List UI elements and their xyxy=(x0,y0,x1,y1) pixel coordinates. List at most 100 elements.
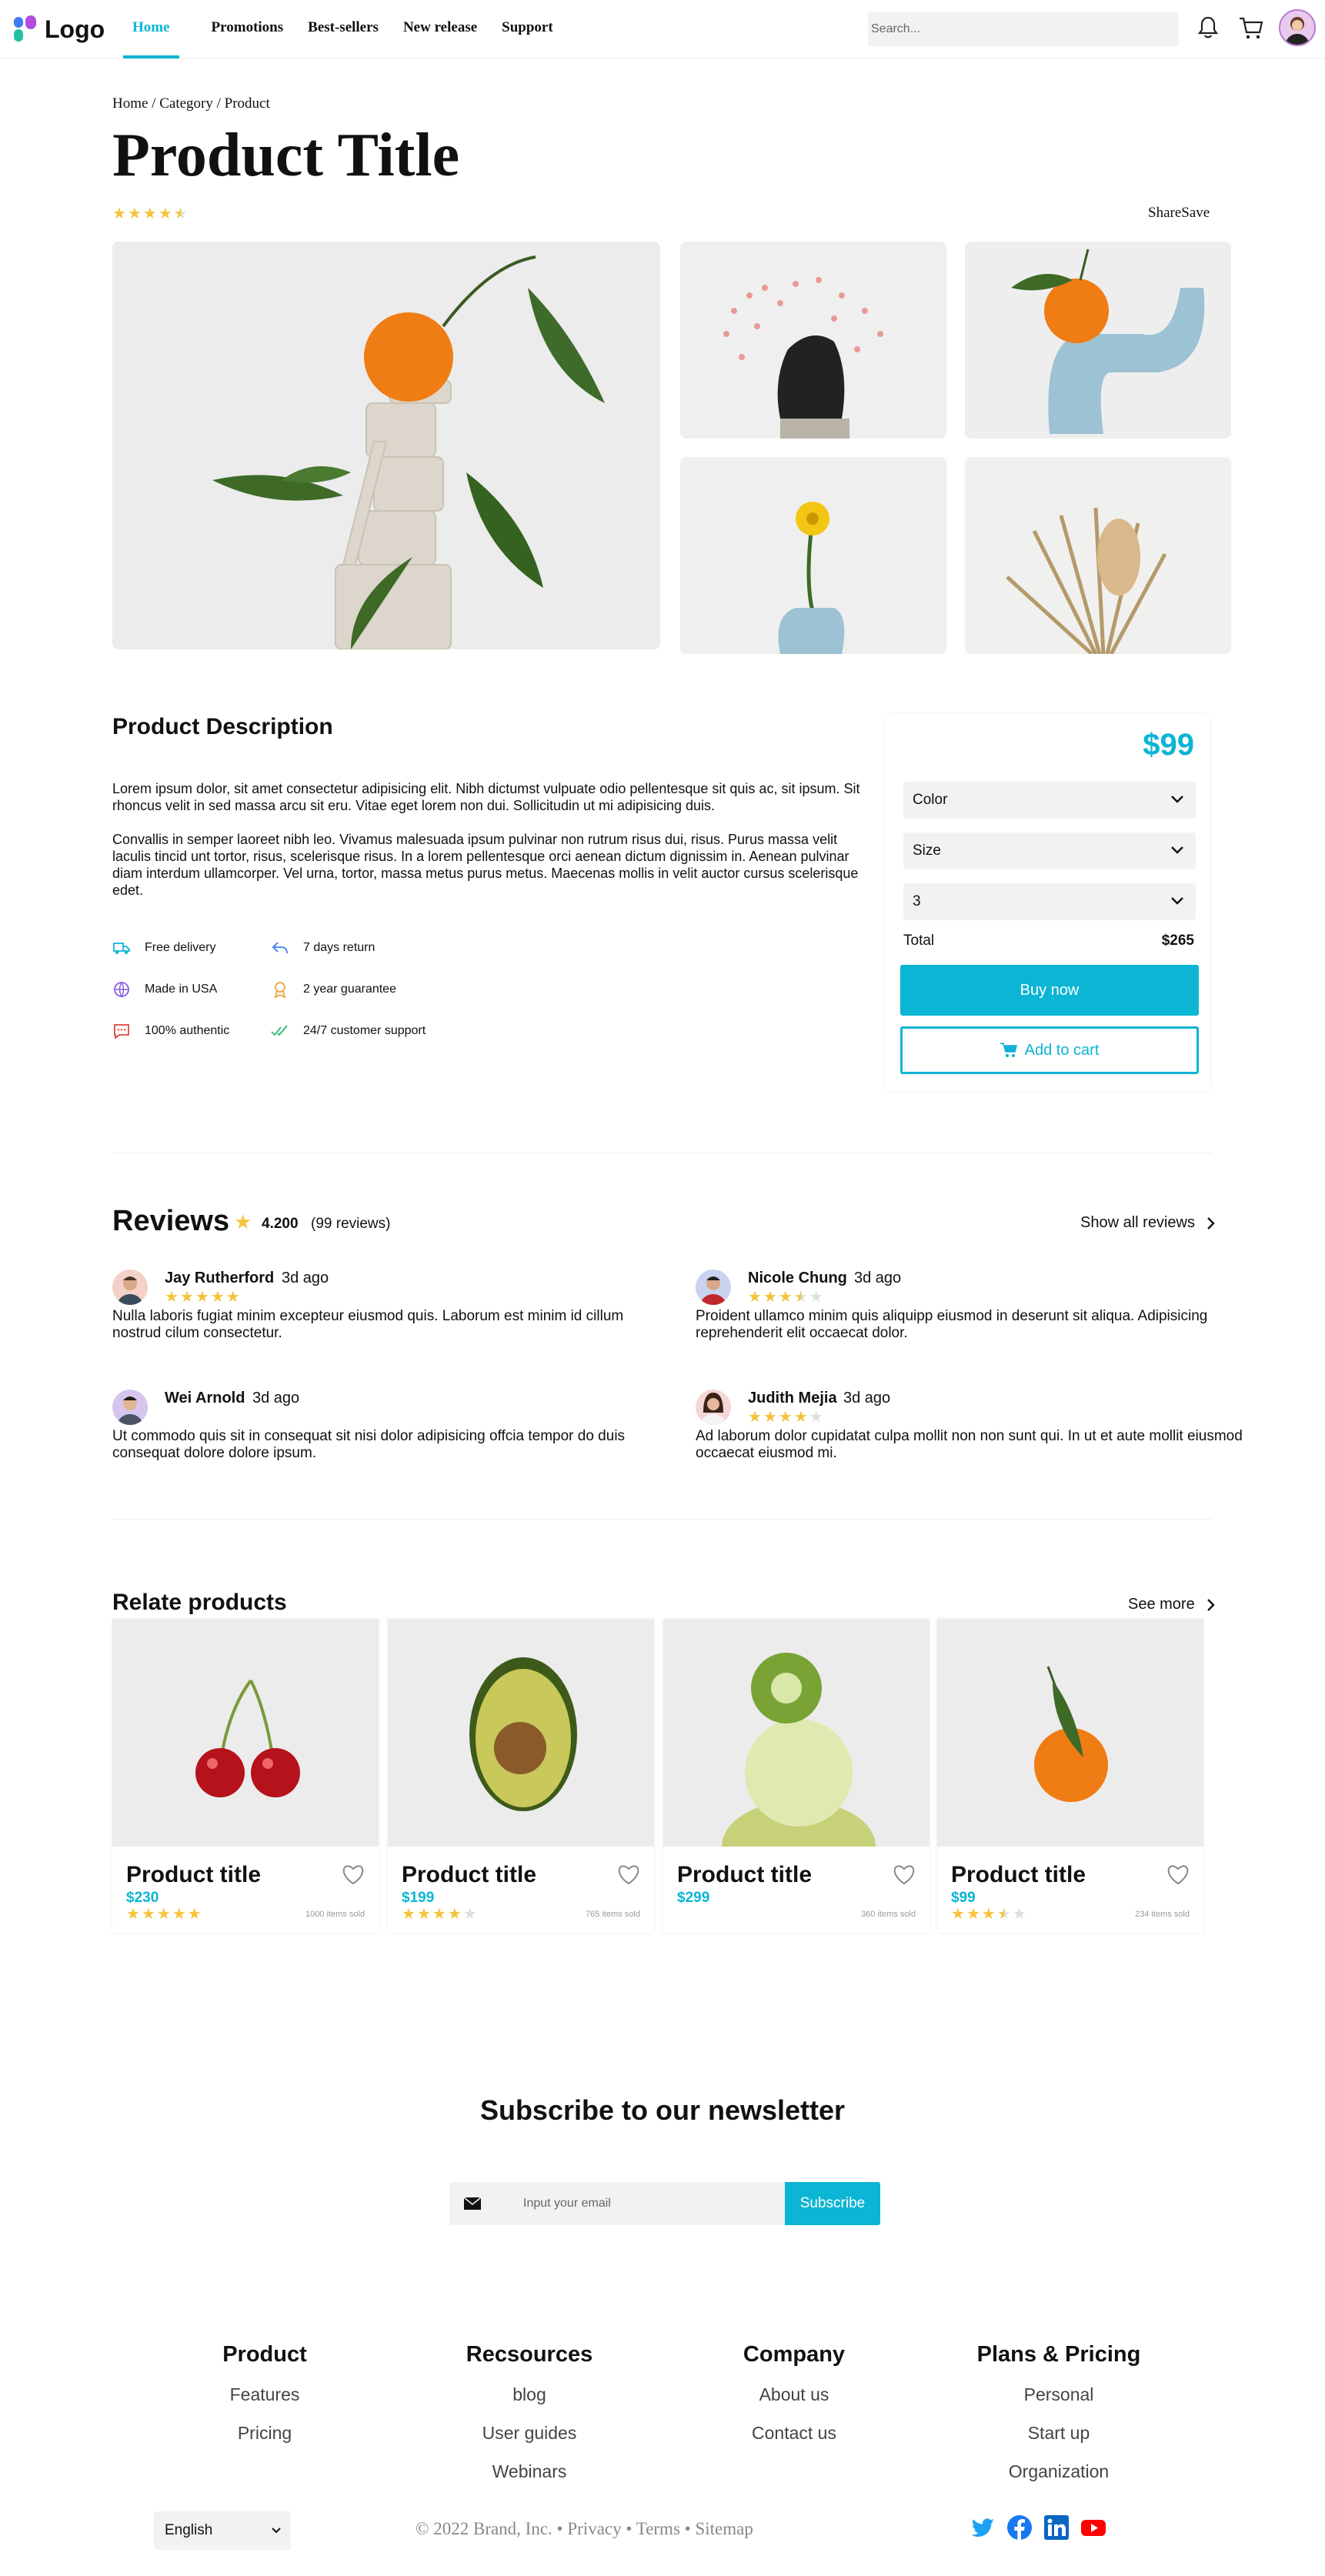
nav-best-sellers[interactable]: Best-sellers xyxy=(299,0,388,58)
star-icon: ★ xyxy=(981,1906,996,1923)
subscribe-button[interactable]: Subscribe xyxy=(785,2182,880,2225)
footer-link[interactable]: Webinars xyxy=(414,2460,645,2498)
add-to-cart-button[interactable]: Add to cart xyxy=(900,1026,1199,1074)
chevron-down-icon xyxy=(1171,846,1183,854)
youtube-icon[interactable] xyxy=(1080,2514,1106,2541)
feature-free-delivery: Free delivery xyxy=(112,939,215,957)
logo[interactable]: Logo xyxy=(12,14,105,45)
footer-link[interactable]: Pricing xyxy=(149,2421,380,2460)
footer-link[interactable]: Start up xyxy=(943,2421,1174,2460)
star-icon: ★ xyxy=(158,205,172,222)
cart-icon[interactable] xyxy=(1237,14,1265,42)
reviewer-avatar-icon xyxy=(112,1270,148,1305)
footer-link[interactable]: Features xyxy=(149,2383,380,2421)
review-score: 4.200 xyxy=(262,1216,299,1232)
color-select[interactable]: Color xyxy=(903,782,1196,819)
review-text: Nulla laboris fugiat minim excepteur eiu… xyxy=(112,1308,624,1341)
footer-link[interactable]: Organization xyxy=(943,2460,1174,2498)
footer-link[interactable]: About us xyxy=(679,2383,909,2421)
footer-link[interactable]: Contact us xyxy=(679,2421,909,2460)
kiwi-lime-image xyxy=(663,1619,930,1847)
feature-return: 7 days return xyxy=(271,939,375,957)
star-icon: ★ xyxy=(127,205,142,222)
nav-support[interactable]: Support xyxy=(492,0,562,58)
star-icon: ★ xyxy=(225,1289,240,1306)
heart-icon[interactable] xyxy=(342,1864,365,1885)
dried-flowers-image xyxy=(965,457,1231,654)
feature-authentic: 100% authentic xyxy=(112,1022,229,1040)
product-rating: ★ ★ ★ ★ ★ xyxy=(126,1907,202,1922)
description-heading: Product Description xyxy=(112,714,333,739)
footer-heading: Plans & Pricing xyxy=(976,2342,1141,2367)
quantity-value: 3 xyxy=(913,893,921,909)
see-more-link[interactable]: See more xyxy=(1128,1596,1215,1613)
footer-link[interactable]: blog xyxy=(414,2383,645,2421)
breadcrumb[interactable]: Home / Category / Product xyxy=(112,95,270,112)
show-all-reviews-link[interactable]: Show all reviews xyxy=(1080,1214,1215,1232)
nav-home[interactable]: Home xyxy=(123,0,179,58)
heart-icon[interactable] xyxy=(893,1864,916,1885)
footer-link[interactable]: User guides xyxy=(414,2421,645,2460)
size-select[interactable]: Size xyxy=(903,833,1196,869)
product-title: Product title xyxy=(402,1862,537,1887)
nav-new-release[interactable]: New release xyxy=(394,0,486,58)
buy-now-button[interactable]: Buy now xyxy=(900,965,1199,1016)
heart-icon[interactable] xyxy=(617,1864,640,1885)
product-card[interactable]: Product title $199 ★ ★ ★ ★ ★ 765 items sold xyxy=(388,1619,654,1933)
star-icon: ★ xyxy=(951,1906,965,1923)
review-rating: ★ ★ ★ ★ ★ xyxy=(165,1290,240,1305)
product-rating: ★ ★ ★ ★ ★ xyxy=(112,206,188,222)
footer-column-resources: Recsources blog User guides Webinars xyxy=(414,2342,645,2498)
review-date: 3d ago xyxy=(282,1270,329,1286)
email-input[interactable] xyxy=(523,2182,754,2225)
review-date: 3d ago xyxy=(843,1390,891,1406)
half-star-icon: ★ xyxy=(173,205,188,222)
feature-support: 24/7 customer support xyxy=(271,1022,426,1040)
globe-icon xyxy=(114,982,129,997)
reviewer-avatar-icon xyxy=(696,1270,731,1305)
avatar xyxy=(696,1390,731,1425)
twitter-icon[interactable] xyxy=(970,2514,996,2541)
gallery-thumb-3[interactable] xyxy=(680,457,946,654)
linkedin-icon[interactable] xyxy=(1043,2514,1070,2541)
gallery-thumb-2[interactable] xyxy=(965,242,1231,439)
product-card[interactable]: Product title $299 360 items sold xyxy=(663,1619,930,1933)
mail-icon xyxy=(463,2197,482,2210)
return-arrow-icon xyxy=(272,942,288,954)
product-image xyxy=(112,1619,379,1847)
reviews-heading: Reviews xyxy=(112,1205,230,1237)
product-card[interactable]: Product title $99 ★ ★ ★ ★ ★ 234 items sold xyxy=(937,1619,1203,1933)
star-icon: ★ xyxy=(210,1289,225,1306)
search-input[interactable] xyxy=(868,12,1179,46)
nav-promotions[interactable]: Promotions xyxy=(202,0,293,58)
star-icon: ★ xyxy=(966,1906,980,1923)
footer-heading: Company xyxy=(743,2342,846,2367)
feature-guarantee: 2 year guarantee xyxy=(271,980,396,999)
star-empty-icon: ★ xyxy=(809,1409,823,1426)
review-text: Proident ullamco minim quis aliquipp eiu… xyxy=(696,1308,1208,1341)
language-select[interactable]: English xyxy=(154,2511,291,2550)
share-save-links[interactable]: ShareSave xyxy=(1148,205,1210,222)
copyright: © 2022 Brand, Inc. • Privacy • Terms • S… xyxy=(416,2519,753,2538)
product-price: $199 xyxy=(402,1890,435,1906)
items-sold: 234 items sold xyxy=(1135,1910,1190,1919)
product-image xyxy=(937,1619,1203,1847)
bell-icon[interactable] xyxy=(1194,14,1222,42)
gallery-thumb-1[interactable] xyxy=(680,242,946,439)
product-card[interactable]: Product title $230 ★ ★ ★ ★ ★ 1000 items sold xyxy=(112,1619,379,1933)
medal-icon xyxy=(274,982,286,999)
items-sold: 360 items sold xyxy=(861,1910,916,1919)
facebook-icon[interactable] xyxy=(1006,2514,1033,2541)
heart-icon[interactable] xyxy=(1166,1864,1190,1885)
product-price: $99 xyxy=(951,1890,976,1906)
footer-link[interactable]: Personal xyxy=(943,2383,1174,2421)
feature-label: 7 days return xyxy=(303,941,375,954)
avocado-image xyxy=(388,1619,654,1847)
user-avatar[interactable] xyxy=(1279,9,1316,46)
reviewer-name: Judith Mejia xyxy=(748,1390,837,1406)
product-price: $230 xyxy=(126,1890,159,1906)
quantity-select[interactable]: 3 xyxy=(903,883,1196,920)
logo-icon xyxy=(14,15,36,42)
gallery-thumb-4[interactable] xyxy=(965,457,1231,654)
main-product-image[interactable] xyxy=(112,242,660,649)
